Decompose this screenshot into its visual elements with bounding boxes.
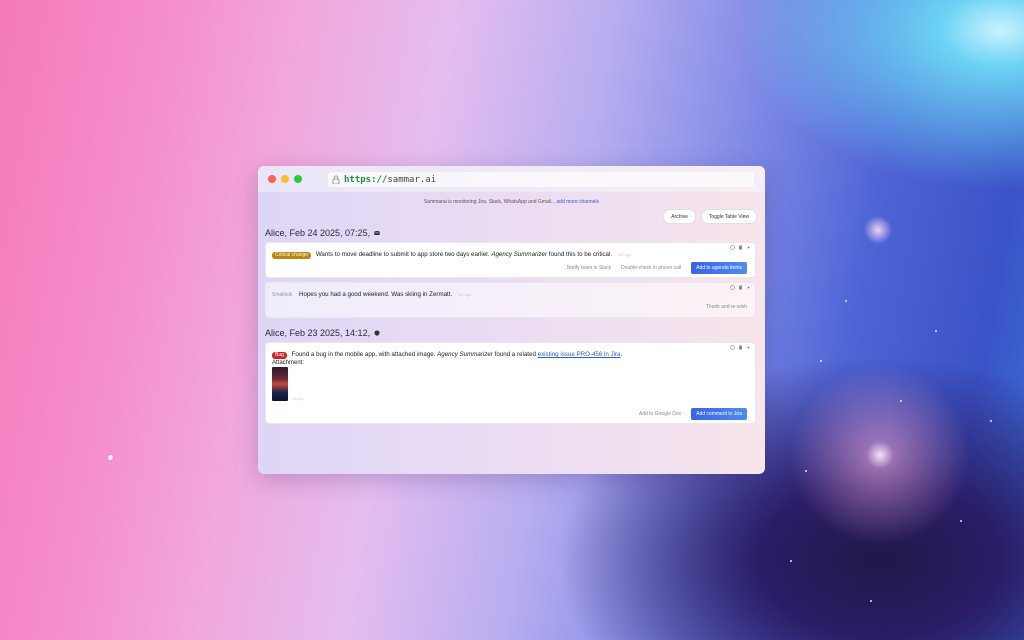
message-text: Critical change Wants to move deadline t… (272, 251, 631, 259)
minimize-window-button[interactable] (281, 175, 289, 183)
lock-icon (332, 175, 340, 184)
timestamp: 2m ago (292, 397, 304, 401)
close-window-button[interactable] (268, 175, 276, 183)
more-icon[interactable] (746, 245, 751, 250)
card-tools (730, 245, 751, 250)
more-icon[interactable] (746, 285, 751, 290)
group-header-text: Alice, Feb 23 2025, 14:12, (265, 328, 371, 338)
card-marker: ▫ (268, 284, 270, 289)
agent-name: Agency Summarizer (437, 351, 493, 358)
maximize-window-button[interactable] (294, 175, 302, 183)
card-actions: Notify team in Slack Double-check in pho… (567, 262, 747, 274)
smalltalk-badge: Smalltalk (272, 292, 293, 298)
trash-icon[interactable] (738, 345, 743, 350)
mail-icon (374, 231, 380, 235)
double-check-phone-button[interactable]: Double-check in phone call (621, 265, 681, 271)
card-actions: Thank and re-wish (706, 304, 747, 310)
title-bar: https:// sammar.ai (258, 166, 765, 192)
card-actions: Add to Google Doc Add comment to Jira (639, 408, 747, 420)
jira-issue-link[interactable]: existing issue PRO-456 in Jira (538, 351, 621, 358)
archive-button[interactable]: Archive (663, 209, 696, 224)
info-icon[interactable] (730, 245, 735, 250)
monitoring-text: Sammarai is monitoring Jira, Slack, What… (423, 199, 556, 205)
browser-window: https:// sammar.ai Sammarai is monitorin… (258, 166, 765, 474)
toggle-table-view-button[interactable]: Toggle Table View (700, 209, 757, 224)
message-card: ▫ Critical change Wants to move deadline… (265, 242, 756, 278)
agent-name: Agency Summarizer (491, 251, 548, 258)
address-bar[interactable]: https:// sammar.ai (328, 172, 754, 187)
critical-change-badge: Critical change (272, 252, 312, 259)
timestamp: 2m ago (457, 292, 472, 297)
url-host: sammar.ai (387, 174, 437, 185)
add-to-google-doc-button[interactable]: Add to Google Doc (639, 411, 681, 417)
trash-icon[interactable] (738, 285, 743, 290)
info-icon[interactable] (730, 285, 735, 290)
group-header: Alice, Feb 24 2025, 07:25, (265, 228, 380, 238)
attachment-thumbnail[interactable] (272, 367, 288, 401)
bug-badge: Bug (272, 352, 287, 359)
attachment-label: Attachment: (272, 360, 305, 366)
message-text: Smalltalk Hopes you had a good weekend. … (272, 291, 472, 298)
group-header: Alice, Feb 23 2025, 14:12, (265, 328, 380, 338)
add-to-agenda-button[interactable]: Add to agenda items (691, 262, 747, 274)
timestamp: 2m ago (617, 252, 632, 257)
trash-icon[interactable] (738, 245, 743, 250)
thank-and-rewish-button[interactable]: Thank and re-wish (706, 304, 747, 310)
card-marker: ▫ (268, 244, 270, 249)
url-scheme: https:// (344, 174, 388, 185)
message-text: Bug Found a bug in the mobile app, with … (272, 351, 622, 359)
top-actions: Archive Toggle Table View (663, 209, 757, 224)
notify-team-slack-button[interactable]: Notify team in Slack (567, 265, 611, 271)
card-tools (730, 285, 751, 290)
add-channels-link[interactable]: add more channels (557, 199, 600, 205)
card-marker: ▫ (268, 344, 270, 349)
add-comment-jira-button[interactable]: Add comment to Jira (691, 408, 747, 420)
monitoring-status: Sammarai is monitoring Jira, Slack, What… (258, 199, 765, 205)
card-tools (730, 345, 751, 350)
info-icon[interactable] (730, 345, 735, 350)
group-header-text: Alice, Feb 24 2025, 07:25, (265, 228, 371, 238)
message-card: ▫ Smalltalk Hopes you had a good weekend… (265, 282, 756, 318)
message-card: ▫ Bug Found a bug in the mobile app, wit… (265, 342, 756, 424)
jira-icon (374, 330, 380, 336)
more-icon[interactable] (746, 345, 751, 350)
